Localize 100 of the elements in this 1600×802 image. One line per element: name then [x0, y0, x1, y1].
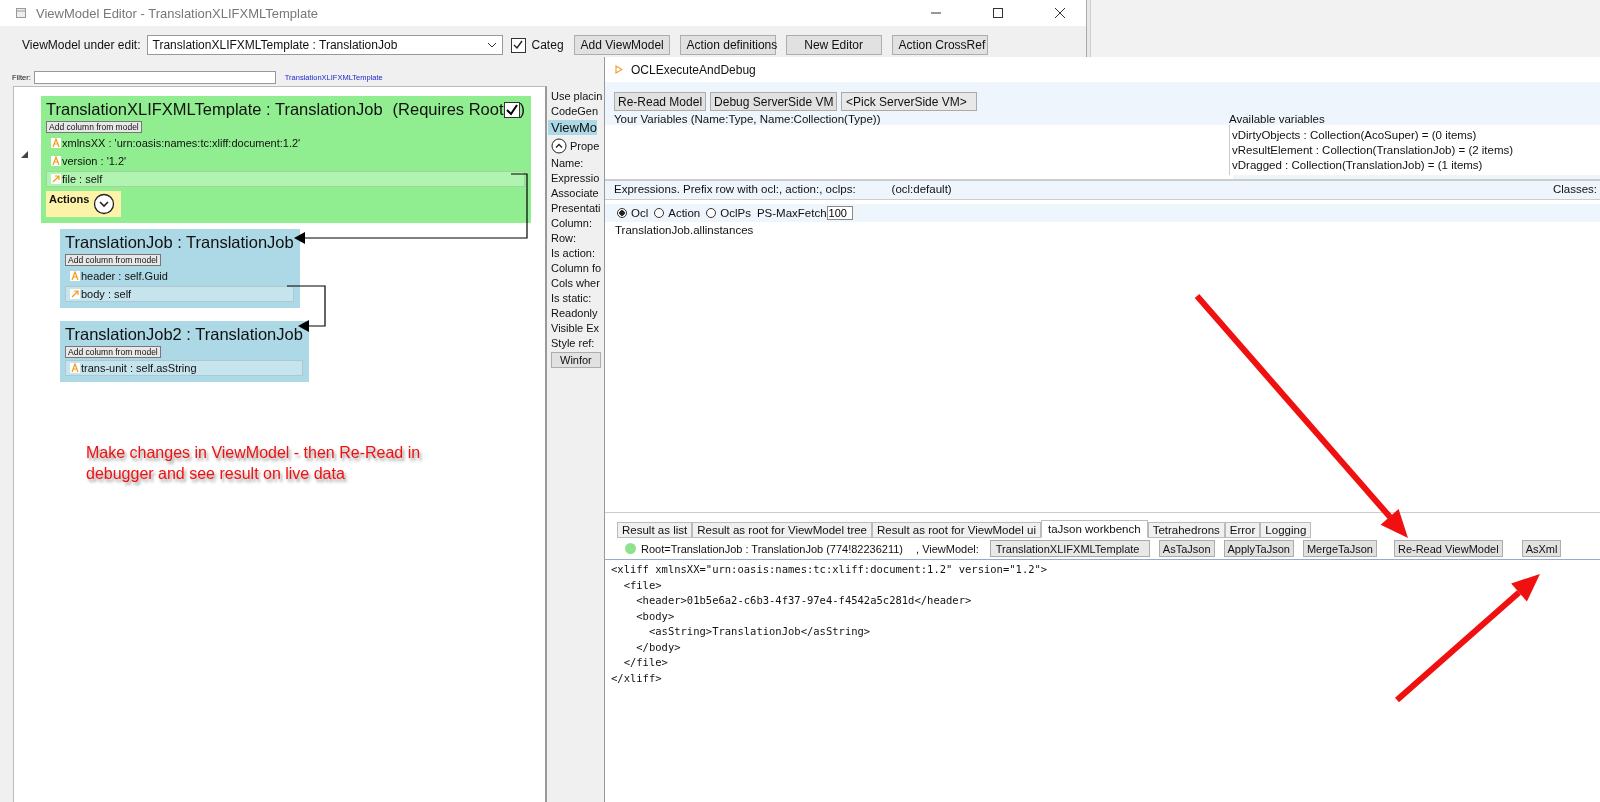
expression-editor[interactable]: Ocl Action OclPs PS-MaxFetch 100 TranslationJob.allinstances: [605, 199, 1600, 513]
column-row[interactable]: xmlnsXX : 'urn:oasis:names:tc:xliff:document:1.2': [46, 135, 526, 151]
property-label: Is static:: [551, 292, 592, 304]
requires-root-paren: ): [519, 100, 526, 119]
property-label: Readonly: [551, 307, 598, 319]
default-mode-label: (ocl:default): [891, 183, 952, 195]
variables-field[interactable]: [605, 125, 1233, 179]
requires-root-label: (Requires Root: [392, 100, 504, 119]
toolbar-button[interactable]: Re-Read Model: [614, 92, 707, 111]
chevron-up-circle-icon[interactable]: [551, 138, 567, 154]
variable-item[interactable]: vDirtyObjects : Collection(AcoSuper) = (0 items): [1232, 128, 1477, 143]
result-tab[interactable]: Result as list: [617, 522, 693, 538]
property-label: Column fo: [551, 262, 602, 274]
action-button[interactable]: Re-Read ViewModel: [1393, 540, 1503, 557]
property-label: Is action:: [551, 247, 596, 259]
expression-text: TranslationJob.allinstances: [614, 223, 755, 236]
property-label: Use placin: [551, 90, 603, 102]
action-button[interactable]: AsTaJson: [1158, 540, 1215, 557]
arrow-icon: [70, 289, 80, 299]
result-tab[interactable]: Error: [1224, 522, 1261, 538]
attribute-icon: [70, 363, 80, 373]
variable-item[interactable]: vResultElement : Collection(TranslationJob) = (2 items): [1232, 143, 1514, 158]
code-line: <file>: [622, 577, 663, 593]
vm-picker-dropdown[interactable]: <Pick ServerSide VM>: [841, 92, 978, 111]
window-title: OCLExecuteAndDebug: [631, 62, 756, 77]
toolbar-button[interactable]: New Editor: [785, 35, 882, 55]
section-label: Prope: [570, 140, 600, 152]
class-node[interactable]: TranslationJob : TranslationJob Add column from model header : self.Guid body : self: [60, 229, 300, 308]
toolbar-button[interactable]: Action definitions: [679, 35, 776, 55]
mode-radio[interactable]: Ocl: [617, 207, 649, 219]
viewmodel-dropdown[interactable]: TranslationXLIFXMLTemplate: [989, 540, 1150, 557]
result-tab[interactable]: Result as root for ViewModel ui: [872, 522, 1041, 538]
toolbar-button[interactable]: Add ViewModel: [573, 35, 670, 55]
action-button[interactable]: AsXml: [1521, 540, 1562, 557]
categ-checkbox[interactable]: [510, 37, 526, 53]
action-button[interactable]: MergeTaJson: [1302, 540, 1377, 557]
property-label: Expressio: [551, 172, 600, 184]
attribute-icon: [51, 156, 61, 166]
result-tab[interactable]: Result as root for ViewModel tree: [692, 522, 872, 538]
root-label: Root=TranslationJob : TranslationJob (774!82236211): [641, 542, 904, 555]
close-icon[interactable]: [1054, 7, 1066, 19]
add-column-button[interactable]: Add column from model: [65, 254, 161, 266]
result-tab[interactable]: Tetrahedrons: [1147, 522, 1225, 538]
toolbar-button[interactable]: Action CrossRef: [891, 35, 988, 55]
status-dot-icon: [625, 543, 636, 554]
mode-radio[interactable]: Action: [654, 207, 701, 219]
property-label: Presentati: [551, 202, 601, 214]
chevron-down-circle-icon[interactable]: [93, 193, 116, 215]
code-line: </body>: [635, 639, 682, 655]
expand-triangle-icon[interactable]: [21, 151, 28, 158]
property-label: CodeGen: [551, 105, 599, 117]
window-icon: [16, 8, 26, 18]
chevron-down-icon: [486, 42, 497, 48]
available-variables-label: Available variables: [1229, 113, 1326, 125]
attribute-icon: [70, 271, 80, 281]
node-title: TranslationXLIFXMLTemplate : TranslationJob: [46, 100, 383, 119]
maximize-icon[interactable]: [992, 7, 1004, 19]
property-label: Row:: [551, 232, 577, 244]
property-label: Column:: [551, 217, 592, 229]
annotation-note: Make changes in ViewModel - then Re-Read in debugger and see result on live data: [86, 443, 422, 484]
code-line: </file>: [622, 655, 669, 670]
arrow-icon: [51, 174, 61, 184]
column-row[interactable]: header : self.Guid: [65, 268, 294, 284]
add-column-button[interactable]: Add column from model: [65, 346, 161, 358]
classes-label: Classes:: [1552, 183, 1597, 195]
class-node[interactable]: TranslationJob2 : TranslationJob Add column from model trans-unit : self.asString: [60, 321, 309, 382]
actions-label: Actions: [49, 193, 90, 205]
property-label: Style ref:: [551, 337, 595, 349]
code-line: <body>: [635, 608, 676, 624]
column-row[interactable]: trans-unit : self.asString: [65, 360, 303, 376]
property-label: Cols wher: [551, 277, 600, 289]
viewmodel-label: , ViewModel:: [916, 542, 979, 555]
max-fetch-field[interactable]: 100: [826, 206, 853, 220]
action-button[interactable]: ApplyTaJson: [1223, 540, 1294, 557]
max-fetch-label: PS-MaxFetch: [756, 207, 827, 219]
column-row[interactable]: version : '1.2': [46, 153, 526, 169]
winforms-button[interactable]: Winfor: [551, 352, 601, 368]
code-line: <asString>TranslationJob</asString>: [647, 624, 872, 639]
class-node[interactable]: TranslationXLIFXMLTemplate : TranslationJob (Requires Root ) Add column from model xmlnsXX : 'urn:oasis:names:tc:xliff:document:1.2' version : '1.2' file : self Actions: [41, 96, 532, 223]
result-tab[interactable]: Logging: [1260, 522, 1312, 538]
triangle-icon: [615, 65, 623, 74]
column-row[interactable]: body : self: [65, 286, 294, 302]
categ-label: Categ: [531, 38, 564, 52]
attribute-icon: [51, 138, 61, 148]
toolbar-button[interactable]: Debug ServerSide VM: [710, 92, 838, 111]
code-line: <xliff xmlnsXX="urn:oasis:names:tc:xliff:document:1.2" version="1.2">: [611, 562, 1049, 577]
property-label: Name:: [551, 157, 584, 169]
result-tab[interactable]: taJson workbench: [1040, 520, 1148, 538]
node-title: TranslationJob2 : TranslationJob: [65, 325, 303, 344]
mode-radio[interactable]: OclPs: [706, 207, 751, 219]
requires-root-checkbox[interactable]: [503, 101, 520, 118]
add-column-button[interactable]: Add column from model: [46, 121, 142, 133]
variable-item[interactable]: vDragged : Collection(TranslationJob) = (1 items): [1232, 158, 1483, 173]
expressions-label: Expressions. Prefix row with ocl:, action:, oclps:: [614, 183, 856, 195]
filter-field[interactable]: [33, 71, 276, 84]
property-label: Visible Ex: [551, 322, 600, 334]
node-title: TranslationJob : TranslationJob: [65, 233, 294, 252]
viewmodel-dropdown[interactable]: TranslationXLIFXMLTemplate : TranslationJob: [146, 35, 503, 55]
column-row[interactable]: file : self: [46, 171, 526, 187]
window-title: ViewModel Editor - TranslationXLIFXMLTemplate: [36, 5, 319, 21]
